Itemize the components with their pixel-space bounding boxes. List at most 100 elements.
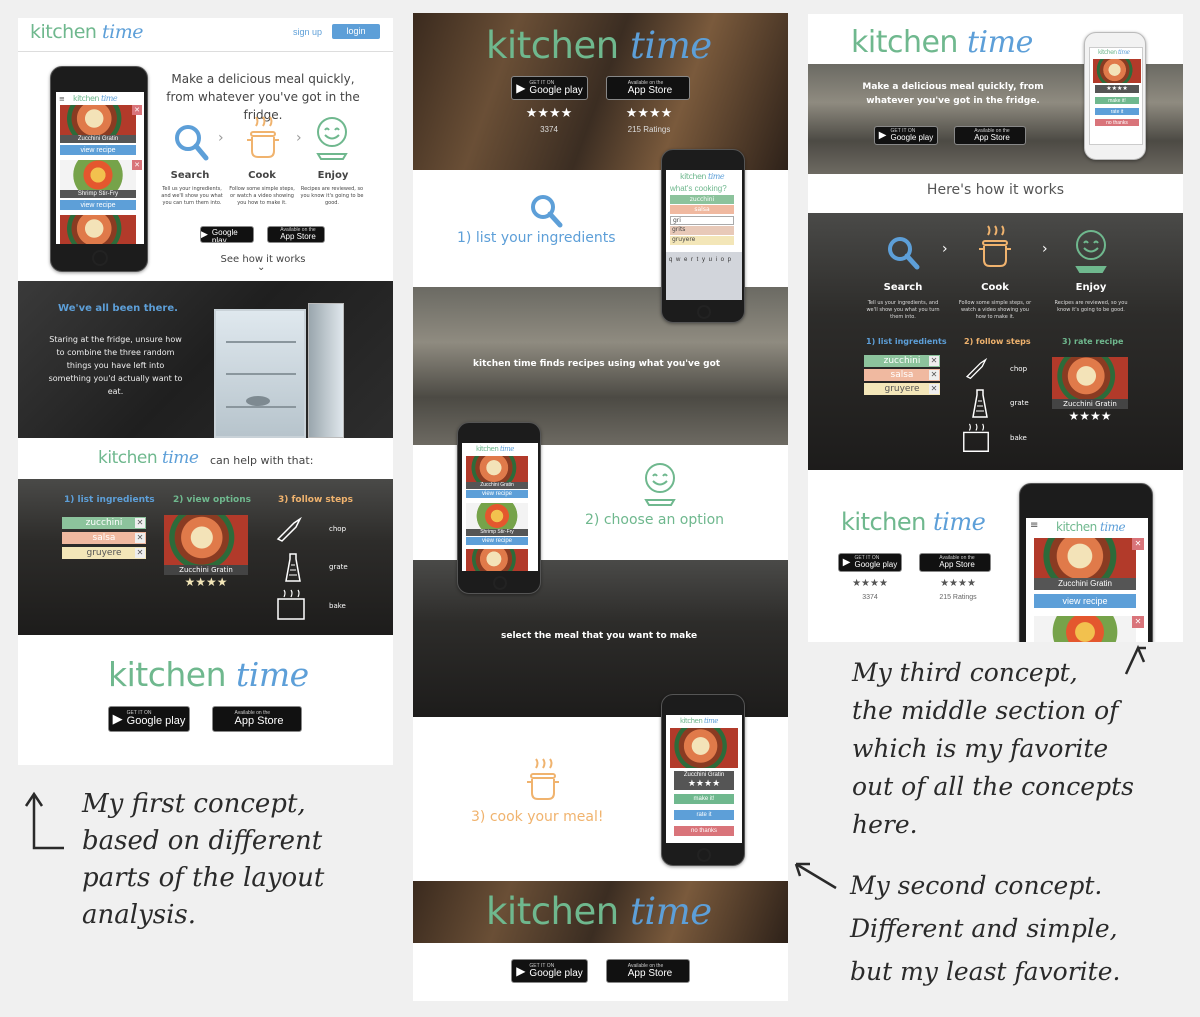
app-store-badge[interactable]: Available on the App Store	[606, 76, 690, 100]
hero-logo: kitchen time	[486, 27, 712, 64]
can-help-logo: kitchen time	[98, 450, 199, 467]
concept-1-panel: kitchen time sign up login ≡ kitchen tim…	[18, 18, 393, 765]
footer-phone-screen: ≡ kitchen time ✕ Zucchini Gratin view re…	[1026, 518, 1148, 642]
feature-steps-heading: 3) follow steps	[278, 495, 353, 505]
close-icon[interactable]: ✕	[1132, 616, 1144, 628]
login-button[interactable]: login	[332, 24, 380, 39]
rate-it-button[interactable]: rate it	[674, 810, 734, 820]
close-icon[interactable]: ✕	[135, 518, 145, 528]
ingredient-tag[interactable]: salsa	[670, 205, 734, 214]
recipe-image[interactable]	[1052, 357, 1128, 399]
action-label: chop	[329, 525, 347, 533]
close-icon[interactable]: ✕	[929, 384, 939, 394]
concept-3-panel: kitchen time Make a delicious meal quick…	[808, 14, 1183, 642]
hero-headline: Make a delicious meal quickly, from what…	[862, 82, 1044, 106]
header-logo[interactable]: kitchen time	[30, 23, 143, 42]
feature-view-heading: 2) view options	[173, 495, 251, 505]
signup-link[interactable]: sign up	[293, 27, 322, 37]
app-store-badge[interactable]: Available on the App Store	[212, 706, 302, 732]
fridge-door	[308, 303, 344, 438]
phone-logo: kitchen time	[1098, 50, 1130, 56]
app-store-badge[interactable]: Available on the App Store	[267, 226, 325, 243]
logo-time: time	[102, 21, 143, 43]
rating-count: 215 Ratings	[939, 594, 977, 601]
recipe-stars: ★★★★	[674, 779, 734, 790]
view-recipe-button[interactable]: view recipe	[60, 200, 136, 210]
chevron-down-icon[interactable]: ⌄	[257, 262, 265, 273]
logo-time: time	[933, 508, 986, 536]
header-divider	[18, 51, 393, 52]
ingredient-tag[interactable]: zucchini ✕	[864, 355, 940, 367]
recipe-image[interactable]	[164, 515, 248, 565]
step-cook-desc: Follow some simple steps, or watch a vid…	[229, 186, 295, 206]
badge-main: Google play	[529, 84, 583, 96]
ingredient-tag[interactable]: gruyere ✕	[62, 547, 146, 559]
suggestion[interactable]: gruyere	[670, 236, 734, 245]
recipe-name: Shrimp Stir-Fry	[466, 529, 528, 536]
keyboard[interactable]: q w e r t y u i o p	[666, 252, 742, 300]
app-store-badge[interactable]: Available on the App Store	[954, 126, 1026, 145]
rate-it-button[interactable]: rate it	[1095, 108, 1139, 115]
rating-count: 3374	[540, 125, 558, 134]
logo-time: time	[500, 445, 514, 453]
badge-main: App Store	[627, 967, 673, 979]
view-recipe-button[interactable]: view recipe	[1034, 594, 1136, 608]
list-ingredients-heading: 1) list ingredients	[866, 337, 947, 346]
ingredient-tag[interactable]: zucchini	[670, 195, 734, 204]
step-1-title: 1) list your ingredients	[457, 230, 616, 246]
follow-steps-heading: 2) follow steps	[964, 337, 1031, 346]
make-it-button[interactable]: make it!	[674, 794, 734, 804]
menu-icon[interactable]: ≡	[1030, 520, 1038, 531]
view-recipe-button[interactable]: view recipe	[466, 490, 528, 498]
tag-text: salsa	[694, 206, 710, 213]
action-label: bake	[1010, 434, 1027, 442]
ingredient-tag[interactable]: salsa ✕	[62, 532, 146, 544]
view-recipe-button[interactable]: view recipe	[60, 145, 136, 155]
close-icon[interactable]: ✕	[132, 105, 142, 115]
close-icon[interactable]: ✕	[929, 356, 939, 366]
tag-text: salsa	[92, 533, 116, 543]
suggestion-text: gruyere	[672, 236, 696, 243]
search-input[interactable]: gri	[670, 216, 734, 225]
home-button[interactable]	[697, 305, 711, 319]
ingredient-tag[interactable]: gruyere ✕	[864, 383, 940, 395]
google-play-badge[interactable]: ▶ GET IT ON Google play	[838, 553, 902, 572]
google-play-badge[interactable]: ▶ GET IT ON Google play	[511, 76, 588, 100]
recipe-name: Zucchini Gratin	[1052, 399, 1128, 409]
ingredient-tag[interactable]: salsa ✕	[864, 369, 940, 381]
close-icon[interactable]: ✕	[929, 370, 939, 380]
suggestion[interactable]: grits	[670, 226, 734, 235]
google-play-badge[interactable]: ▶ GET IT ON Google play	[200, 226, 254, 243]
recipe-name: Zucchini Gratin	[466, 482, 528, 489]
google-play-badge[interactable]: ▶ GET IT ON Google play	[874, 126, 938, 145]
make-it-button[interactable]: make it!	[1095, 97, 1139, 104]
recipe-name: Shrimp Stir-Fry	[60, 190, 136, 198]
recipe-image	[670, 728, 738, 768]
menu-icon[interactable]: ≡	[59, 95, 65, 103]
tag-text: gruyere	[884, 384, 920, 394]
google-play-badge[interactable]: ▶ GET IT ON Google play	[511, 959, 588, 983]
app-store-badge[interactable]: Available on the App Store	[919, 553, 991, 572]
chevron-right-icon: ›	[1042, 241, 1048, 257]
no-thanks-button[interactable]: no thanks	[1095, 119, 1139, 126]
step-search-title: Search	[170, 170, 210, 181]
home-button[interactable]	[697, 848, 711, 862]
home-button[interactable]	[92, 250, 108, 266]
ingredient-tag[interactable]: zucchini ✕	[62, 517, 146, 529]
home-button[interactable]	[493, 576, 507, 590]
logo-kitchen: kitchen	[108, 655, 227, 694]
note-first-concept: My first concept, based on different par…	[82, 789, 325, 930]
google-play-badge[interactable]: ▶ GET IT ON Google play	[108, 706, 190, 732]
logo-time: time	[236, 655, 309, 694]
close-icon[interactable]: ✕	[135, 533, 145, 543]
step-search-title: Search	[883, 282, 923, 293]
chevron-right-icon: ›	[218, 130, 224, 146]
rating-count: 215 Ratings	[627, 125, 671, 134]
app-store-badge[interactable]: Available on the App Store	[606, 959, 690, 983]
search-icon	[888, 237, 920, 270]
no-thanks-button[interactable]: no thanks	[674, 826, 734, 836]
close-icon[interactable]: ✕	[132, 160, 142, 170]
close-icon[interactable]: ✕	[1132, 538, 1144, 550]
close-icon[interactable]: ✕	[135, 548, 145, 558]
view-recipe-button[interactable]: view recipe	[466, 537, 528, 545]
